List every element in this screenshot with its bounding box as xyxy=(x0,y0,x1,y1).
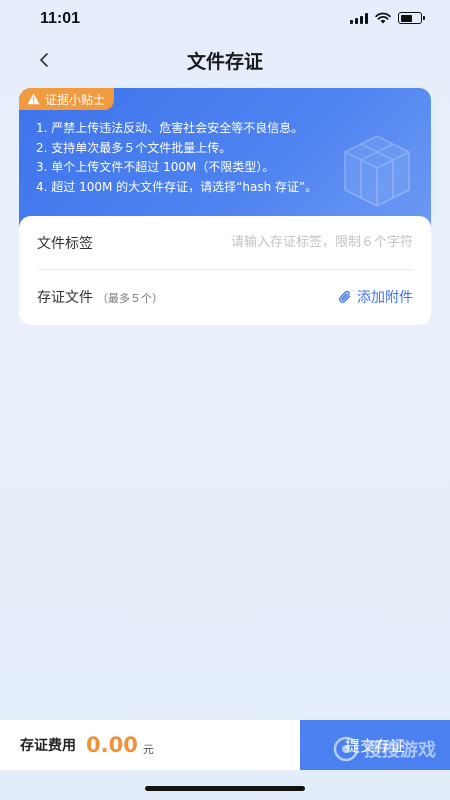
home-indicator[interactable] xyxy=(145,786,305,791)
bottom-bar: 存证费用 0.00 元 提交存证 xyxy=(0,720,450,770)
battery-icon xyxy=(398,12,425,24)
submit-button[interactable]: 提交存证 xyxy=(300,720,450,770)
tip-item: 2. 支持单次最多５个文件批量上传。 xyxy=(36,140,232,155)
wifi-icon xyxy=(375,12,391,24)
page-title: 文件存证 xyxy=(186,51,263,73)
fee-area: 存证费用 0.00 元 xyxy=(0,720,300,770)
add-attachment-label: 添加附件 xyxy=(357,290,413,306)
battery-level xyxy=(400,14,412,22)
status-time: 11:01 xyxy=(40,10,81,27)
cellular-signal-icon xyxy=(350,12,368,24)
tips-badge: 证据小贴士 xyxy=(19,88,115,110)
file-limit-note: （最多５个） xyxy=(97,292,163,305)
tips-badge-label: 证据小贴士 xyxy=(45,92,106,107)
add-attachment-button[interactable]: 添加附件 xyxy=(338,287,413,307)
tag-row: 文件标签 xyxy=(37,216,413,270)
file-label-group: 存证文件 （最多５个） xyxy=(37,287,163,307)
paperclip-icon xyxy=(339,290,351,303)
fee-label: 存证费用 xyxy=(20,738,76,754)
file-label: 存证文件 xyxy=(37,290,93,306)
fee-amount: 0.00 xyxy=(86,733,138,757)
tip-item: 1. 严禁上传违法反动、危害社会安全等不良信息。 xyxy=(36,121,304,135)
fee-unit: 元 xyxy=(142,743,154,756)
file-row: 存证文件 （最多５个） 添加附件 xyxy=(37,270,413,324)
tip-item: 4. 超过 100M 的大文件存证，请选择“hash 存证”。 xyxy=(36,179,318,194)
form-card: 文件标签 存证文件 （最多５个） 添加附件 xyxy=(19,216,431,325)
tips-list: 1. 严禁上传违法反动、危害社会安全等不良信息。 2. 支持单次最多５个文件批量… xyxy=(36,119,317,197)
tag-label: 文件标签 xyxy=(37,235,93,252)
warning-icon xyxy=(27,93,40,105)
status-icons xyxy=(350,12,425,24)
nav-bar: 文件存证 xyxy=(0,40,450,80)
tag-input[interactable] xyxy=(173,235,413,250)
status-bar: 11:01 xyxy=(0,0,450,40)
tip-item: 3. 单个上传文件不超过 100M（不限类型）。 xyxy=(36,160,275,174)
cube-decoration-icon xyxy=(344,135,410,207)
